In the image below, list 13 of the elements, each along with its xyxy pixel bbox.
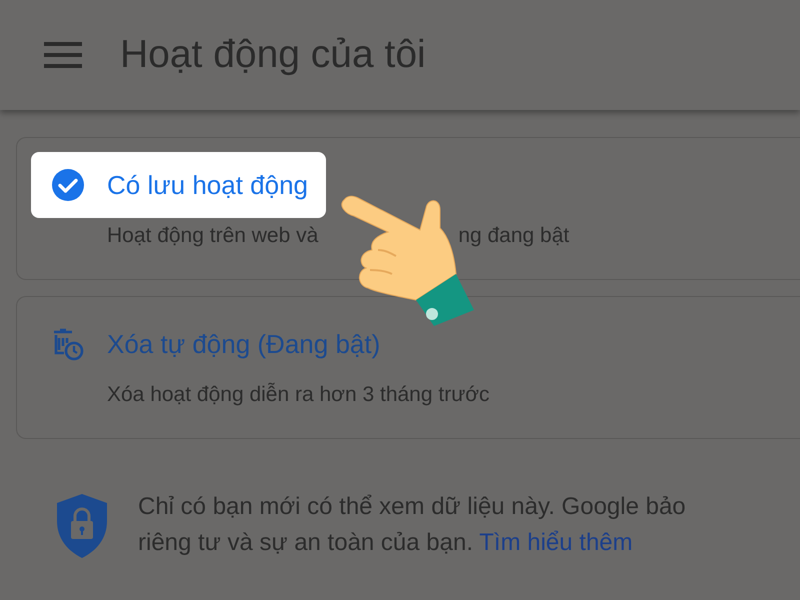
privacy-text: riêng tư và sự an toàn của bạn. Tìm hiểu thêm — [138, 528, 634, 558]
privacy-text: Chỉ có bạn mới có thể xem dữ liệu này. Google bảo — [138, 492, 686, 522]
card-subtitle: ng đang bật — [458, 224, 570, 248]
check-circle-icon — [51, 168, 85, 202]
card-title: Xóa tự động (Đang bật) — [107, 328, 380, 360]
page-title: Hoạt động của tôi — [120, 33, 426, 77]
card-subtitle: Hoạt động trên web và — [107, 224, 318, 248]
shield-lock-icon — [56, 493, 108, 559]
menu-icon[interactable] — [44, 41, 82, 69]
card-title: Có lưu hoạt động — [107, 170, 308, 200]
learn-more-link[interactable]: Tìm hiểu thêm — [479, 529, 633, 556]
card-subtitle: Xóa hoạt động diễn ra hơn 3 tháng trước — [107, 383, 490, 407]
trash-clock-icon — [51, 327, 85, 361]
